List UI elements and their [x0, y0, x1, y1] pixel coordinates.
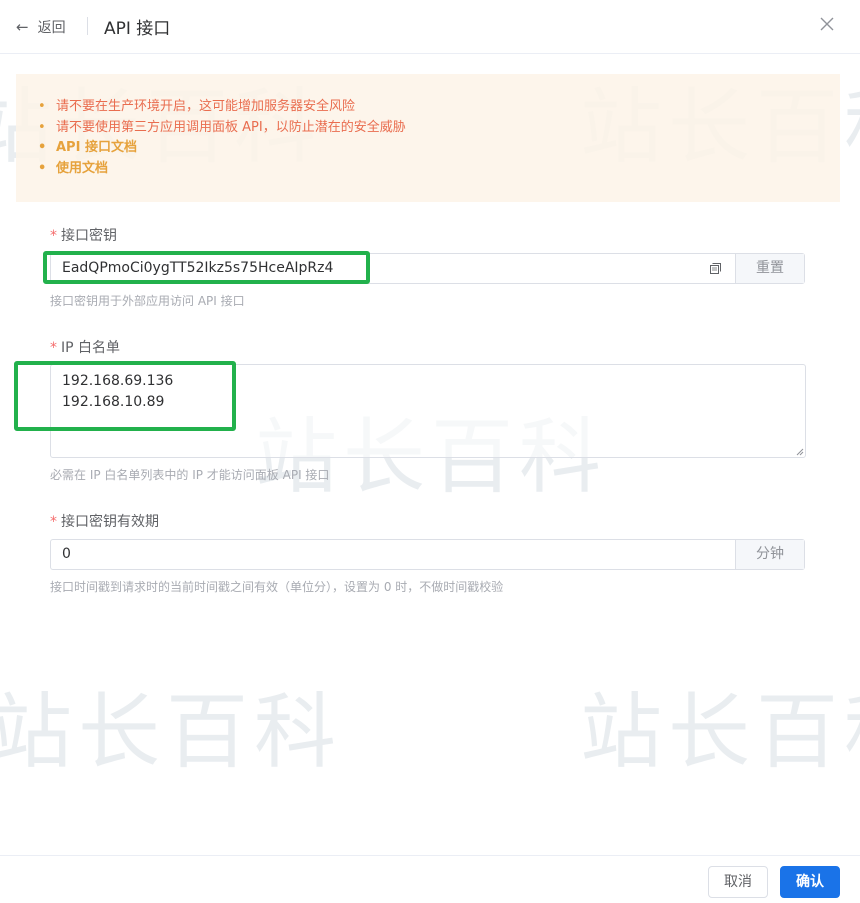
- warning-alert: 请不要在生产环境开启，这可能增加服务器安全风险 请不要使用第三方应用调用面板 A…: [16, 74, 840, 202]
- required-mark: *: [50, 340, 57, 356]
- confirm-button[interactable]: 确认: [780, 866, 840, 898]
- minutes-unit: 分钟: [735, 540, 804, 569]
- required-mark: *: [50, 514, 57, 530]
- api-key-hint: 接口密钥用于外部应用访问 API 接口: [50, 294, 245, 308]
- validity-label: * 接口密钥有效期: [50, 514, 159, 530]
- ip-line: 192.168.10.89: [62, 394, 165, 410]
- api-key-label: * 接口密钥: [50, 228, 117, 244]
- copy-icon[interactable]: [710, 263, 721, 274]
- close-icon[interactable]: [820, 14, 834, 36]
- arrow-left-icon: ←: [16, 18, 29, 36]
- dialog-header: ← 返回 API 接口: [0, 0, 860, 54]
- required-mark: *: [50, 228, 57, 244]
- back-label: 返回: [37, 20, 66, 36]
- watermark: 站长百科: [0, 685, 343, 780]
- watermark: 站长百科: [580, 685, 860, 780]
- validity-input-group: 0 分钟: [50, 539, 805, 570]
- ip-whitelist-hint: 必需在 IP 白名单列表中的 IP 才能访问面板 API 接口: [50, 468, 330, 482]
- alert-item: 请不要使用第三方应用调用面板 API，以防止潜在的安全威胁: [38, 118, 406, 139]
- ip-line: 192.168.69.136: [62, 373, 174, 389]
- validity-input[interactable]: 0: [51, 540, 735, 569]
- ip-whitelist-label: * IP 白名单: [50, 340, 121, 356]
- header-divider: [87, 17, 88, 35]
- alert-item: 请不要在生产环境开启，这可能增加服务器安全风险: [38, 97, 406, 118]
- validity-hint: 接口时间戳到请求时的当前时间戳之间有效（单位分），设置为 0 时，不做时间戳校验: [50, 580, 504, 594]
- validity-value: 0: [62, 546, 71, 562]
- cancel-button[interactable]: 取消: [708, 866, 768, 898]
- usage-docs-link[interactable]: 使用文档: [38, 159, 406, 180]
- api-key-input-group: EadQPmoCi0ygTT52Ikz5s75HceAIpRz4 重置: [50, 253, 805, 284]
- page-title: API 接口: [104, 19, 171, 39]
- reset-key-button[interactable]: 重置: [735, 254, 804, 283]
- back-button[interactable]: ← 返回: [16, 17, 66, 37]
- ip-whitelist-textarea[interactable]: 192.168.69.136 192.168.10.89: [50, 364, 806, 458]
- api-key-value: EadQPmoCi0ygTT52Ikz5s75HceAIpRz4: [62, 260, 334, 276]
- api-key-input[interactable]: EadQPmoCi0ygTT52Ikz5s75HceAIpRz4: [51, 254, 735, 283]
- api-docs-link[interactable]: API 接口文档: [38, 138, 406, 159]
- resize-handle[interactable]: [796, 448, 804, 456]
